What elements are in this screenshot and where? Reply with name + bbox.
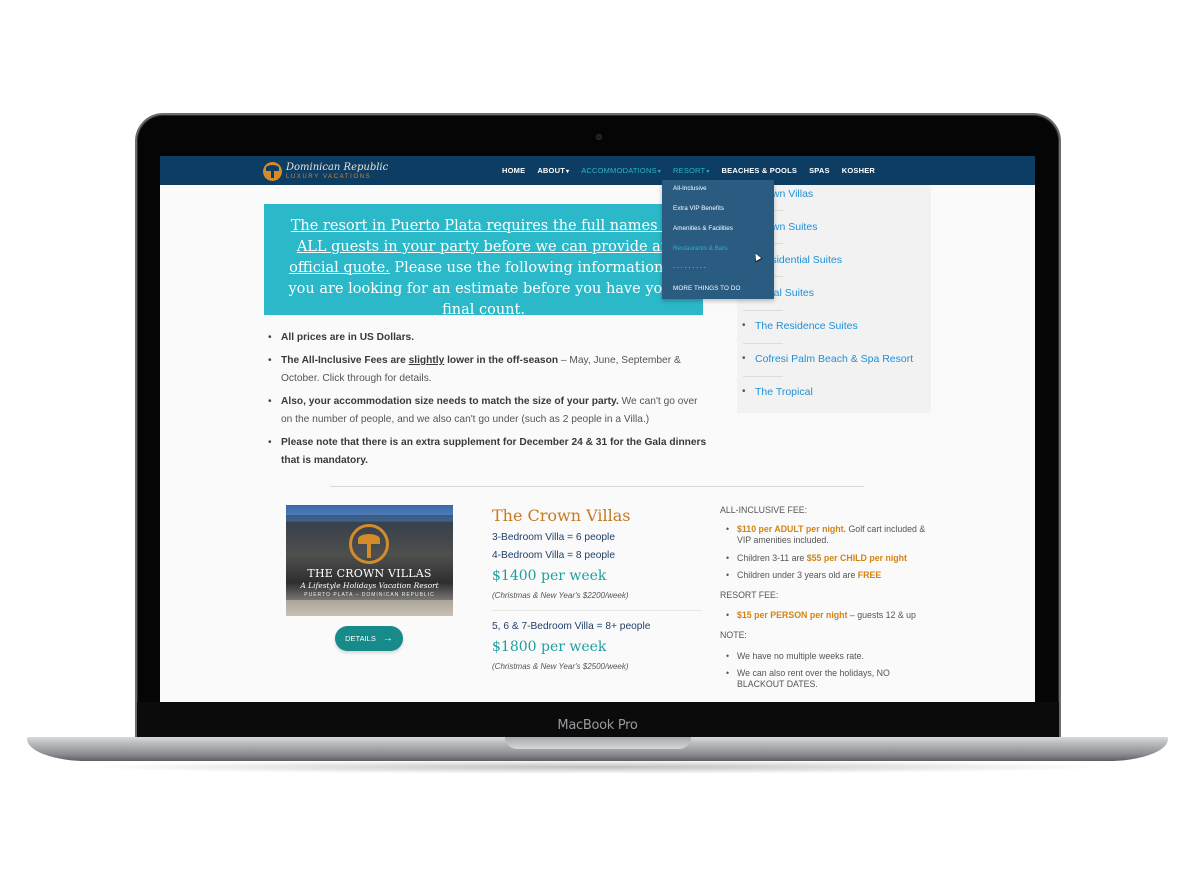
villa-config: 5, 6 & 7-Bedroom Villa = 8+ people xyxy=(492,621,651,632)
holiday-price-note: (Christmas & New Year's $2200/week) xyxy=(492,591,629,600)
sidebar-item-cofresi[interactable]: Cofresi Palm Beach & Spa Resort xyxy=(755,353,913,365)
site-navbar: Dominican Republic LUXURY VACATIONS HOME… xyxy=(160,156,1035,185)
nav-accommodations[interactable]: ACCOMMODATIONS▾ xyxy=(581,166,661,175)
note-heading: NOTE: xyxy=(720,630,747,640)
list-item: All prices are in US Dollars. xyxy=(267,329,707,347)
fee-item: Children 3-11 are $55 per CHILD per nigh… xyxy=(726,553,936,564)
nav-about-label: ABOUT xyxy=(537,166,565,175)
crown-villas-image[interactable]: THE CROWN VILLAS A Lifestyle Holidays Va… xyxy=(286,505,453,616)
details-label: DETAILS xyxy=(345,634,376,643)
nav-kosher-label: KOSHER xyxy=(841,166,876,175)
nav-beaches-pools[interactable]: BEACHES & POOLS xyxy=(722,166,798,175)
logo-title: Dominican Republic xyxy=(286,162,389,173)
chevron-down-icon: ▾ xyxy=(657,169,661,175)
nav-spas-label: SPAS xyxy=(809,166,830,175)
note-item: We can also rent over the holidays, NO B… xyxy=(726,668,936,690)
chevron-down-icon: ▾ xyxy=(706,169,710,175)
section-divider xyxy=(330,486,864,487)
browser-screen: Dominican Republic LUXURY VACATIONS HOME… xyxy=(160,156,1035,702)
divider xyxy=(743,343,783,344)
list-item: Please note that there is an extra suppl… xyxy=(267,434,707,470)
sidebar-item-the-tropical[interactable]: The Tropical xyxy=(755,386,813,398)
fee-highlight: $110 per ADULT per night. xyxy=(737,524,847,534)
divider xyxy=(743,376,783,377)
dropdown-item-amenities[interactable]: Amenities & Facilities xyxy=(673,225,733,232)
dropdown-item-more-things[interactable]: MORE THINGS TO DO xyxy=(673,285,740,292)
fee-text: Children 3-11 are xyxy=(737,553,807,563)
dropdown-item-vip-benefits[interactable]: Extra VIP Benefits xyxy=(673,205,724,212)
fee-highlight: $55 per CHILD per night xyxy=(806,553,907,563)
fee-text: Children under 3 years old are xyxy=(737,570,858,580)
quote-callout: The resort in Puerto Plata requires the … xyxy=(264,204,703,315)
fee-item: $15 per PERSON per night – guests 12 & u… xyxy=(726,610,936,621)
nav-about[interactable]: ABOUT▾ xyxy=(537,166,569,175)
villa-config: 3-Bedroom Villa = 6 people xyxy=(492,532,615,543)
nav-spas[interactable]: SPAS xyxy=(809,166,830,175)
note-bold: Please note that there is an extra suppl… xyxy=(281,437,707,466)
fee-highlight: FREE xyxy=(857,570,882,580)
villa-price: $1400 per week xyxy=(492,568,607,584)
divider xyxy=(743,310,783,311)
image-title: THE CROWN VILLAS xyxy=(307,567,432,580)
fee-highlight: $15 per PERSON per night xyxy=(737,610,848,620)
note-underlined: slightly xyxy=(408,355,445,366)
pricing-notes: All prices are in US Dollars. The All-In… xyxy=(267,329,707,475)
details-button[interactable]: DETAILS → xyxy=(335,626,403,651)
list-item: The All-Inclusive Fees are slightly lowe… xyxy=(267,352,707,388)
laptop-notch xyxy=(505,737,691,749)
villa-price: $1800 per week xyxy=(492,639,607,655)
nav-beaches-label: BEACHES & POOLS xyxy=(721,166,798,175)
logo-subtitle: LUXURY VACATIONS xyxy=(286,174,372,180)
divider xyxy=(492,610,702,611)
chevron-down-icon: ▾ xyxy=(565,169,570,175)
dropdown-separator: · · · · · · · · · xyxy=(673,264,706,271)
nav-resort-label: RESORT xyxy=(673,166,706,175)
bullet-icon: • xyxy=(742,320,746,331)
palm-tree-icon xyxy=(349,524,389,564)
holiday-price-note: (Christmas & New Year's $2500/week) xyxy=(492,662,629,671)
camera-icon xyxy=(596,134,602,140)
bullet-icon: • xyxy=(742,386,746,397)
laptop-shadow xyxy=(80,760,1115,774)
villa-config: 4-Bedroom Villa = 8 people xyxy=(492,550,615,561)
dropdown-item-restaurants[interactable]: Restaurants & Bars xyxy=(673,245,728,252)
note-item: We have no multiple weeks rate. xyxy=(726,651,936,662)
device-label: MacBook Pro xyxy=(557,718,638,733)
fee-item: Children under 3 years old are FREE xyxy=(726,570,936,581)
resort-dropdown-menu: All-Inclusive Extra VIP Benefits Ameniti… xyxy=(662,180,774,299)
sidebar-item-residence-suites[interactable]: The Residence Suites xyxy=(755,320,858,332)
nav-home-label: HOME xyxy=(502,166,526,175)
image-location: PUERTO PLATA – DOMINICAN REPUBLIC xyxy=(304,592,435,598)
fee-text: – guests 12 & up xyxy=(847,610,916,620)
nav-kosher[interactable]: KOSHER xyxy=(842,166,875,175)
bullet-icon: • xyxy=(742,353,746,364)
nav-resort[interactable]: RESORT▾ xyxy=(673,166,710,175)
site-logo[interactable]: Dominican Republic LUXURY VACATIONS xyxy=(263,162,388,181)
fee-item: $110 per ADULT per night. Golf cart incl… xyxy=(726,524,936,546)
resort-fee-heading: RESORT FEE: xyxy=(720,590,779,600)
note-bold: Also, your accommodation size needs to m… xyxy=(281,396,619,407)
note-bold: lower in the off-season xyxy=(444,355,559,366)
nav-accommodations-label: ACCOMMODATIONS xyxy=(581,166,657,175)
logo-text: Dominican Republic LUXURY VACATIONS xyxy=(286,162,389,181)
all-inclusive-heading: ALL-INCLUSIVE FEE: xyxy=(720,505,808,515)
image-tagline: A Lifestyle Holidays Vacation Resort xyxy=(300,581,439,590)
nav-home[interactable]: HOME xyxy=(502,166,525,175)
villa-title: The Crown Villas xyxy=(492,506,631,525)
note-bold: The All-Inclusive Fees are xyxy=(281,355,409,366)
list-item: Also, your accommodation size needs to m… xyxy=(267,393,707,429)
note-bold: All prices are in US Dollars. xyxy=(281,332,415,343)
arrow-right-icon: → xyxy=(382,633,393,644)
palm-tree-icon xyxy=(263,162,282,181)
dropdown-item-all-inclusive[interactable]: All-Inclusive xyxy=(673,185,707,192)
